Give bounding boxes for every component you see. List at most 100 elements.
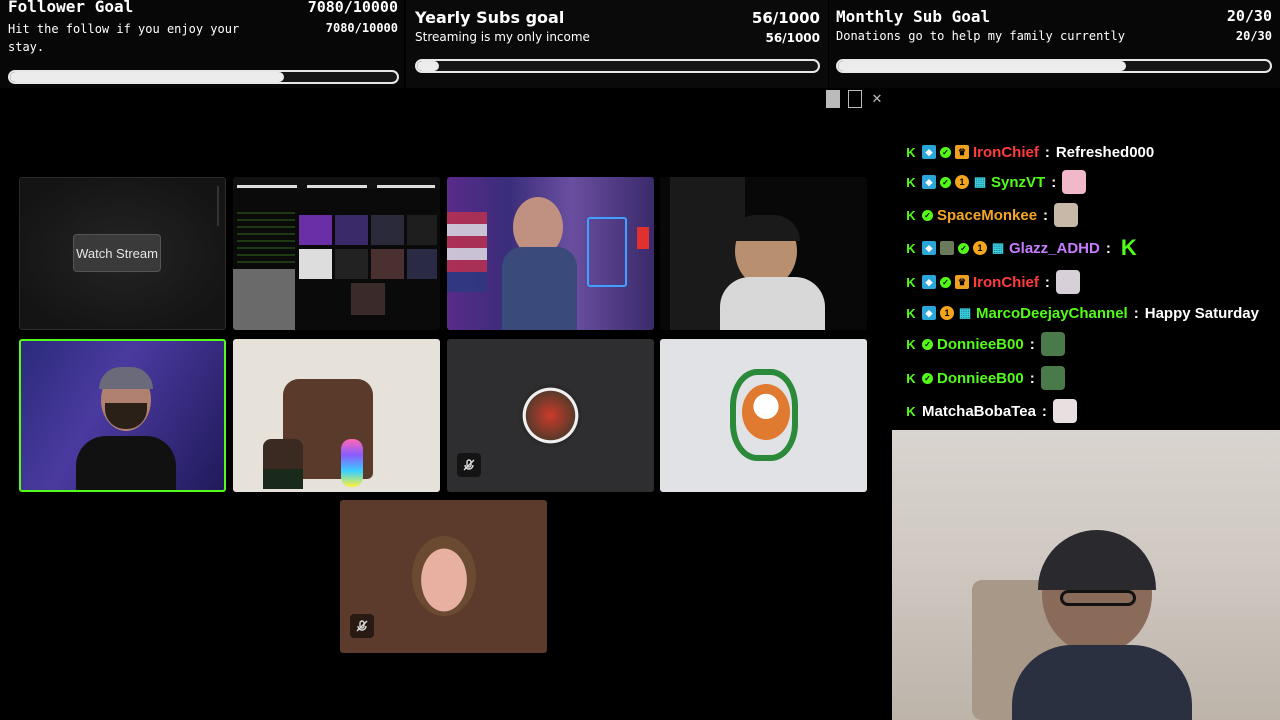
coin-badge-icon: 1: [973, 241, 987, 255]
mic-off-icon: [463, 459, 475, 471]
participant-cap: [730, 215, 800, 241]
check-badge-icon: ✓: [922, 209, 933, 221]
monthly-goal-progress-bar: [836, 59, 1272, 73]
chat-message: K MatchaBobaTea :: [904, 398, 1077, 424]
yearly-goal-progress-fill: [417, 61, 440, 71]
mini-tile: [407, 215, 437, 245]
follower-goal-count: 7080/10000: [307, 0, 398, 16]
monthly-goal-title: Monthly Sub Goal: [836, 7, 991, 26]
chat-colon: :: [1029, 369, 1035, 387]
kick-badge-icon: K: [906, 207, 916, 223]
chat-username[interactable]: IronChief: [973, 144, 1039, 161]
cat-emote-icon: [1055, 270, 1080, 294]
window-controls: ✕: [826, 90, 884, 110]
video-tile-participant-headset-man[interactable]: [660, 177, 867, 330]
yearly-goal-description: Streaming is my only income: [415, 30, 590, 44]
avatar-face: [412, 536, 476, 616]
yearly-goal-title: Yearly Subs goal: [415, 8, 565, 27]
mini-tile: [407, 249, 437, 279]
chat-username[interactable]: Glazz_ADHD: [1009, 240, 1100, 257]
chat-username[interactable]: SynzVT: [991, 174, 1045, 191]
crown-badge-icon: ♛: [955, 145, 969, 159]
follower-goal-progress-fill: [10, 72, 284, 82]
monthly-sub-goal-widget: Monthly Sub Goal 20/30 Donations go to h…: [829, 0, 1280, 88]
chat-username[interactable]: IronChief: [973, 274, 1039, 291]
chat-text: Happy Saturday: [1144, 304, 1259, 322]
scrollbar: [217, 186, 219, 226]
mini-tile: [371, 215, 404, 245]
chat-message: K ◆ ✓ 1 ▦ Glazz_ADHD : K: [904, 235, 1141, 261]
close-button[interactable]: ✕: [870, 90, 884, 108]
chat-message: K ✓ DonnieeB00 :: [904, 331, 1065, 357]
mini-tile: [371, 249, 404, 279]
video-tile-avatar-fox-dragon[interactable]: [660, 339, 867, 492]
shared-bar-3: [377, 185, 435, 188]
chat-username[interactable]: MarcoDeejayChannel: [976, 305, 1128, 322]
mini-tile: [299, 249, 332, 279]
yearly-goal-count: 56/1000: [751, 9, 820, 27]
shared-bar-1: [237, 185, 297, 188]
chat-colon: :: [1044, 273, 1050, 291]
check-badge-icon: ✓: [922, 372, 933, 384]
check-badge-icon: ✓: [922, 338, 933, 350]
kick-badge-icon: K: [906, 274, 916, 290]
chat-username[interactable]: DonnieeB00: [937, 336, 1024, 353]
video-tile-participant-bearded-man[interactable]: [447, 177, 654, 330]
yearly-subs-goal-widget: Yearly Subs goal 56/1000 Streaming is my…: [406, 0, 828, 88]
mic-off-icon: [356, 620, 368, 632]
chat-colon: :: [1133, 304, 1139, 322]
gnome-badge-icon: [940, 241, 954, 255]
check-badge-icon: ✓: [940, 146, 951, 158]
chat-message: K ◆ 1 ▦ MarcoDeejayChannel : Happy Satur…: [904, 300, 1259, 326]
chat-colon: :: [1029, 335, 1035, 353]
decor: [263, 469, 303, 489]
chat-colon: :: [1105, 239, 1111, 257]
chat-message: K ◆ ✓ 1 ▦ SynzVT :: [904, 169, 1087, 195]
grid-badge-icon: ▦: [991, 240, 1005, 255]
streamer-body: [1012, 645, 1192, 720]
minimize-button[interactable]: [826, 90, 840, 108]
monthly-goal-count-small: 20/30: [1235, 29, 1272, 43]
kick-badge-icon: K: [906, 240, 916, 256]
participant-cap: [99, 367, 153, 389]
kick-badge-icon: K: [906, 370, 916, 386]
mini-tile: [335, 249, 368, 279]
chat-message: K ✓ DonnieeB00 :: [904, 365, 1065, 391]
monthly-goal-count: 20/30: [1226, 7, 1272, 25]
video-tile-participant-active-speaker[interactable]: [19, 339, 226, 492]
video-tile-avatar-logo[interactable]: [447, 339, 654, 492]
mini-tile: [335, 215, 368, 245]
chat-colon: :: [1043, 206, 1049, 224]
chat-username[interactable]: DonnieeB00: [937, 370, 1024, 387]
kick-badge-icon: K: [906, 174, 916, 190]
kick-badge-icon: K: [906, 336, 916, 352]
chat-colon: :: [1041, 402, 1047, 420]
chat-message: K ◆ ✓ ♛ IronChief :: [904, 269, 1080, 295]
watch-stream-button[interactable]: Watch Stream: [73, 234, 161, 272]
video-tile-screen-share[interactable]: [233, 177, 440, 330]
chat-username[interactable]: MatchaBobaTea: [922, 403, 1036, 420]
check-badge-icon: ✓: [940, 276, 951, 288]
video-tile-watch-stream[interactable]: Watch Stream: [19, 177, 226, 330]
fox-avatar: [742, 384, 790, 440]
verified-badge-icon: ◆: [922, 275, 936, 289]
video-tile-avatar-face[interactable]: [340, 500, 547, 653]
chat-text: Refreshed000: [1055, 143, 1155, 161]
video-tile-empty-chair[interactable]: [233, 339, 440, 492]
chat-username[interactable]: SpaceMonkee: [937, 207, 1037, 224]
monthly-goal-description: Donations go to help my family currently: [836, 29, 1125, 43]
follower-goal-title: Follower Goal: [8, 0, 134, 16]
frog-emote-icon: [1040, 366, 1065, 390]
mini-tile: [351, 283, 385, 315]
monthly-goal-progress-fill: [838, 61, 1127, 71]
maximize-button[interactable]: [848, 90, 862, 108]
coin-badge-icon: 1: [955, 175, 969, 189]
decor: [637, 227, 649, 249]
follower-goal-widget: Follower Goal 7080/10000 Hit the follow …: [0, 0, 404, 88]
avatar-logo: [519, 384, 582, 447]
minimize-icon: [826, 90, 840, 108]
streamer-webcam: [892, 430, 1280, 720]
mic-muted-indicator: [457, 453, 481, 477]
kick-badge-icon: K: [906, 305, 916, 321]
shared-bar-2: [307, 185, 367, 188]
